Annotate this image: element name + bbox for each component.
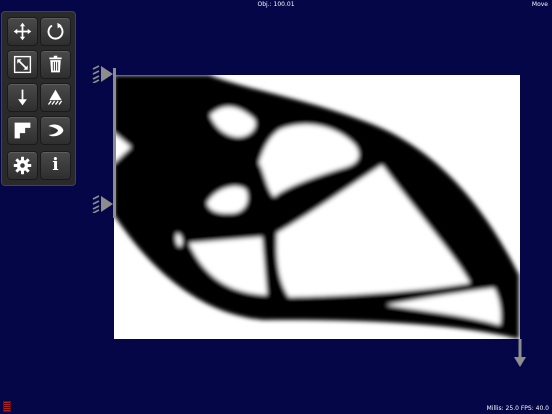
point-load-arrow-icon[interactable] [514,339,526,367]
info-icon: i [52,155,59,175]
reset-tool-button[interactable] [40,17,71,46]
topopt-screen: Obj.: 100.01 Move i Millis: 25.0 FPS: 40… [0,0,552,414]
optimized-structure [114,75,519,339]
stairs-icon [14,122,31,139]
resize-diagonal-icon [13,55,32,74]
circular-arrow-icon [47,22,64,40]
load-tool-button[interactable] [7,83,38,112]
down-arrow-icon [18,89,27,106]
gear-icon [13,156,32,175]
resize-tool-button[interactable] [7,50,38,79]
support-tool-button[interactable] [40,83,71,112]
spiral-icon [48,124,64,137]
objective-readout: Obj.: 100.01 [257,1,295,8]
info-tool-button[interactable]: i [40,151,71,180]
tool-palette: i [1,11,76,186]
performance-stats: Millis: 25.0 FPS: 40.0 [486,405,549,412]
fixed-boundary-line [113,68,116,218]
support-icon [47,89,63,105]
optimize-tool-button[interactable] [40,116,71,145]
passive-tool-button[interactable] [7,116,38,145]
pin-support-upper-icon[interactable] [91,65,113,83]
settings-tool-button[interactable] [7,151,38,180]
pin-support-lower-icon[interactable] [91,195,113,213]
trash-icon [49,55,62,73]
move-arrows-icon [13,22,32,41]
mode-label: Move [531,1,548,8]
design-domain[interactable] [114,75,520,339]
delete-tool-button[interactable] [40,50,71,79]
move-tool-button[interactable] [7,17,38,46]
debug-indicator-icon[interactable] [3,401,11,412]
